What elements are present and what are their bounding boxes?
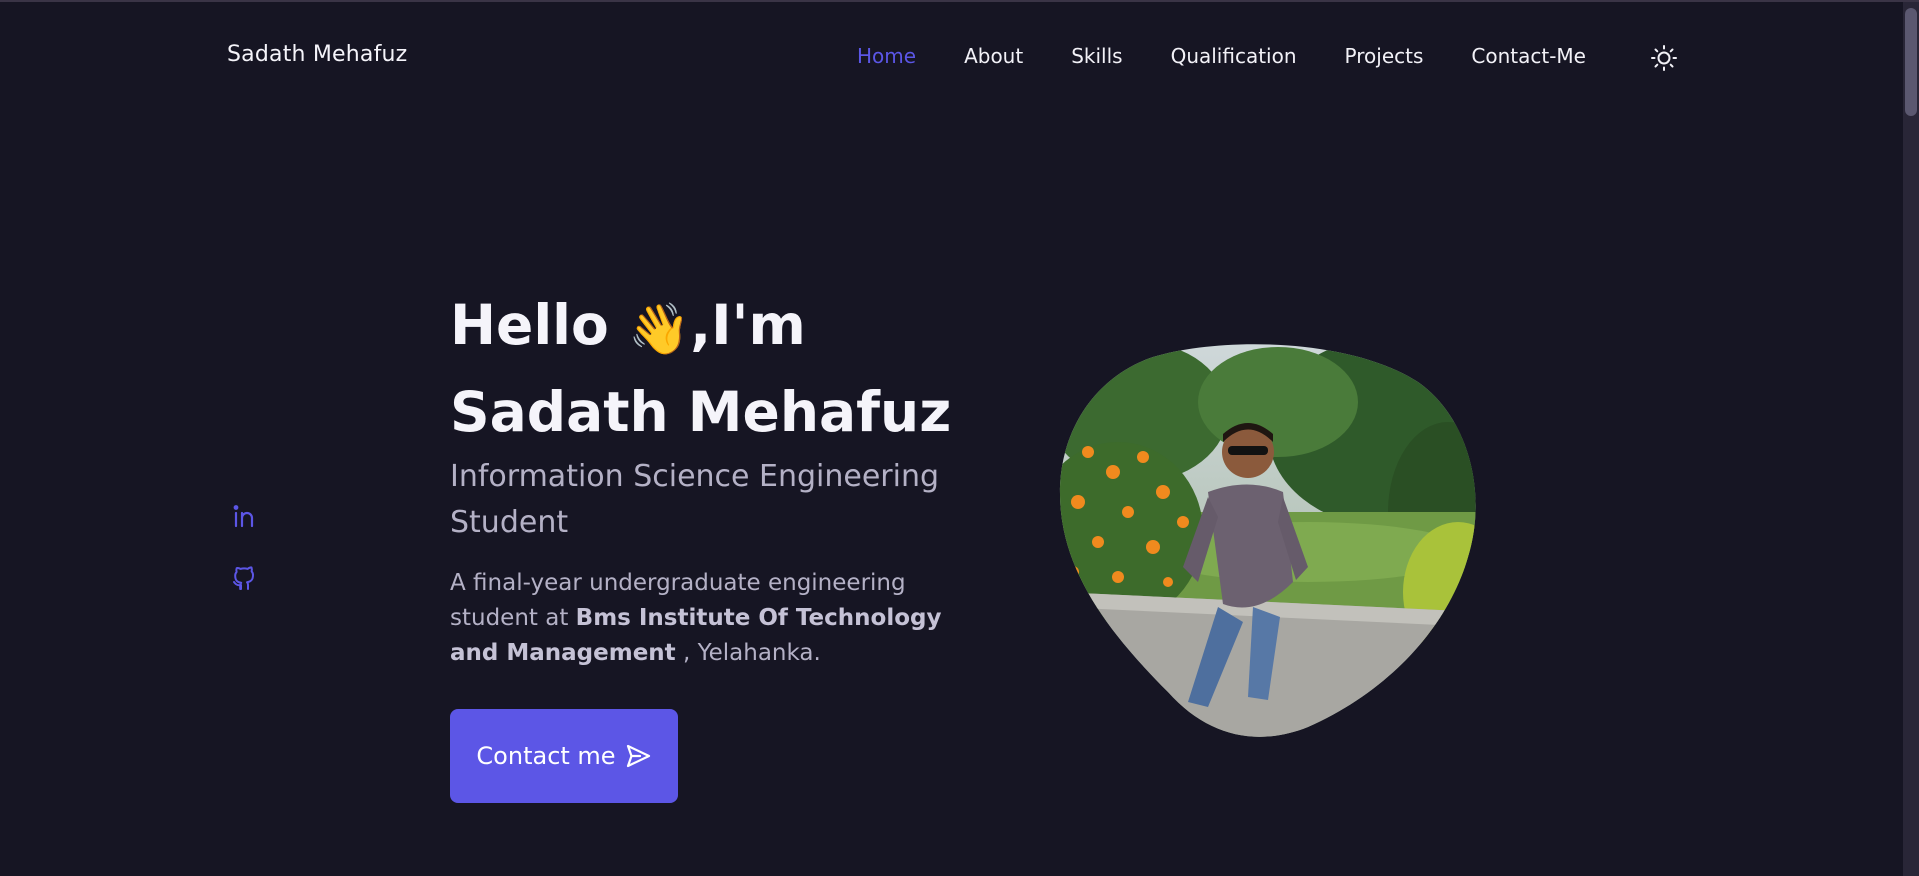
hero-description: A final-year undergraduate engineering s…: [450, 566, 950, 671]
send-icon: [626, 744, 650, 768]
nav-qualification[interactable]: Qualification: [1171, 44, 1297, 68]
linkedin-icon[interactable]: [231, 502, 259, 530]
hero-section: Hello 👋,I'm Sadath Mehafuz Information S…: [450, 284, 970, 671]
hero-name: Sadath Mehafuz: [450, 380, 952, 444]
sun-icon[interactable]: [1650, 44, 1678, 72]
description-location: , Yelahanka.: [682, 640, 821, 666]
nav-contact-me[interactable]: Contact-Me: [1471, 44, 1586, 68]
nav-home[interactable]: Home: [857, 44, 916, 68]
greeting-prefix: Hello: [450, 293, 609, 357]
profile-photo: [1059, 344, 1476, 737]
nav-projects[interactable]: Projects: [1345, 44, 1424, 68]
contact-me-button[interactable]: Contact me: [450, 709, 678, 803]
scrollbar[interactable]: [1903, 2, 1919, 876]
site-brand[interactable]: Sadath Mehafuz: [227, 42, 407, 67]
portfolio-page: Sadath Mehafuz Home About Skills Qualifi…: [0, 0, 1919, 876]
scrollbar-thumb[interactable]: [1905, 8, 1917, 116]
waving-hand-icon: 👋: [627, 300, 691, 358]
main-nav: Home About Skills Qualification Projects…: [857, 44, 1586, 68]
nav-skills[interactable]: Skills: [1071, 44, 1122, 68]
contact-button-label: Contact me: [476, 742, 616, 770]
hero-title: Hello 👋,I'm Sadath Mehafuz: [450, 284, 970, 454]
github-icon[interactable]: [231, 564, 259, 592]
hero-subtitle: Information Science Engineering Student: [450, 459, 940, 540]
social-links: [231, 502, 259, 592]
nav-about[interactable]: About: [964, 44, 1023, 68]
greeting-suffix: ,I'm: [690, 293, 806, 357]
